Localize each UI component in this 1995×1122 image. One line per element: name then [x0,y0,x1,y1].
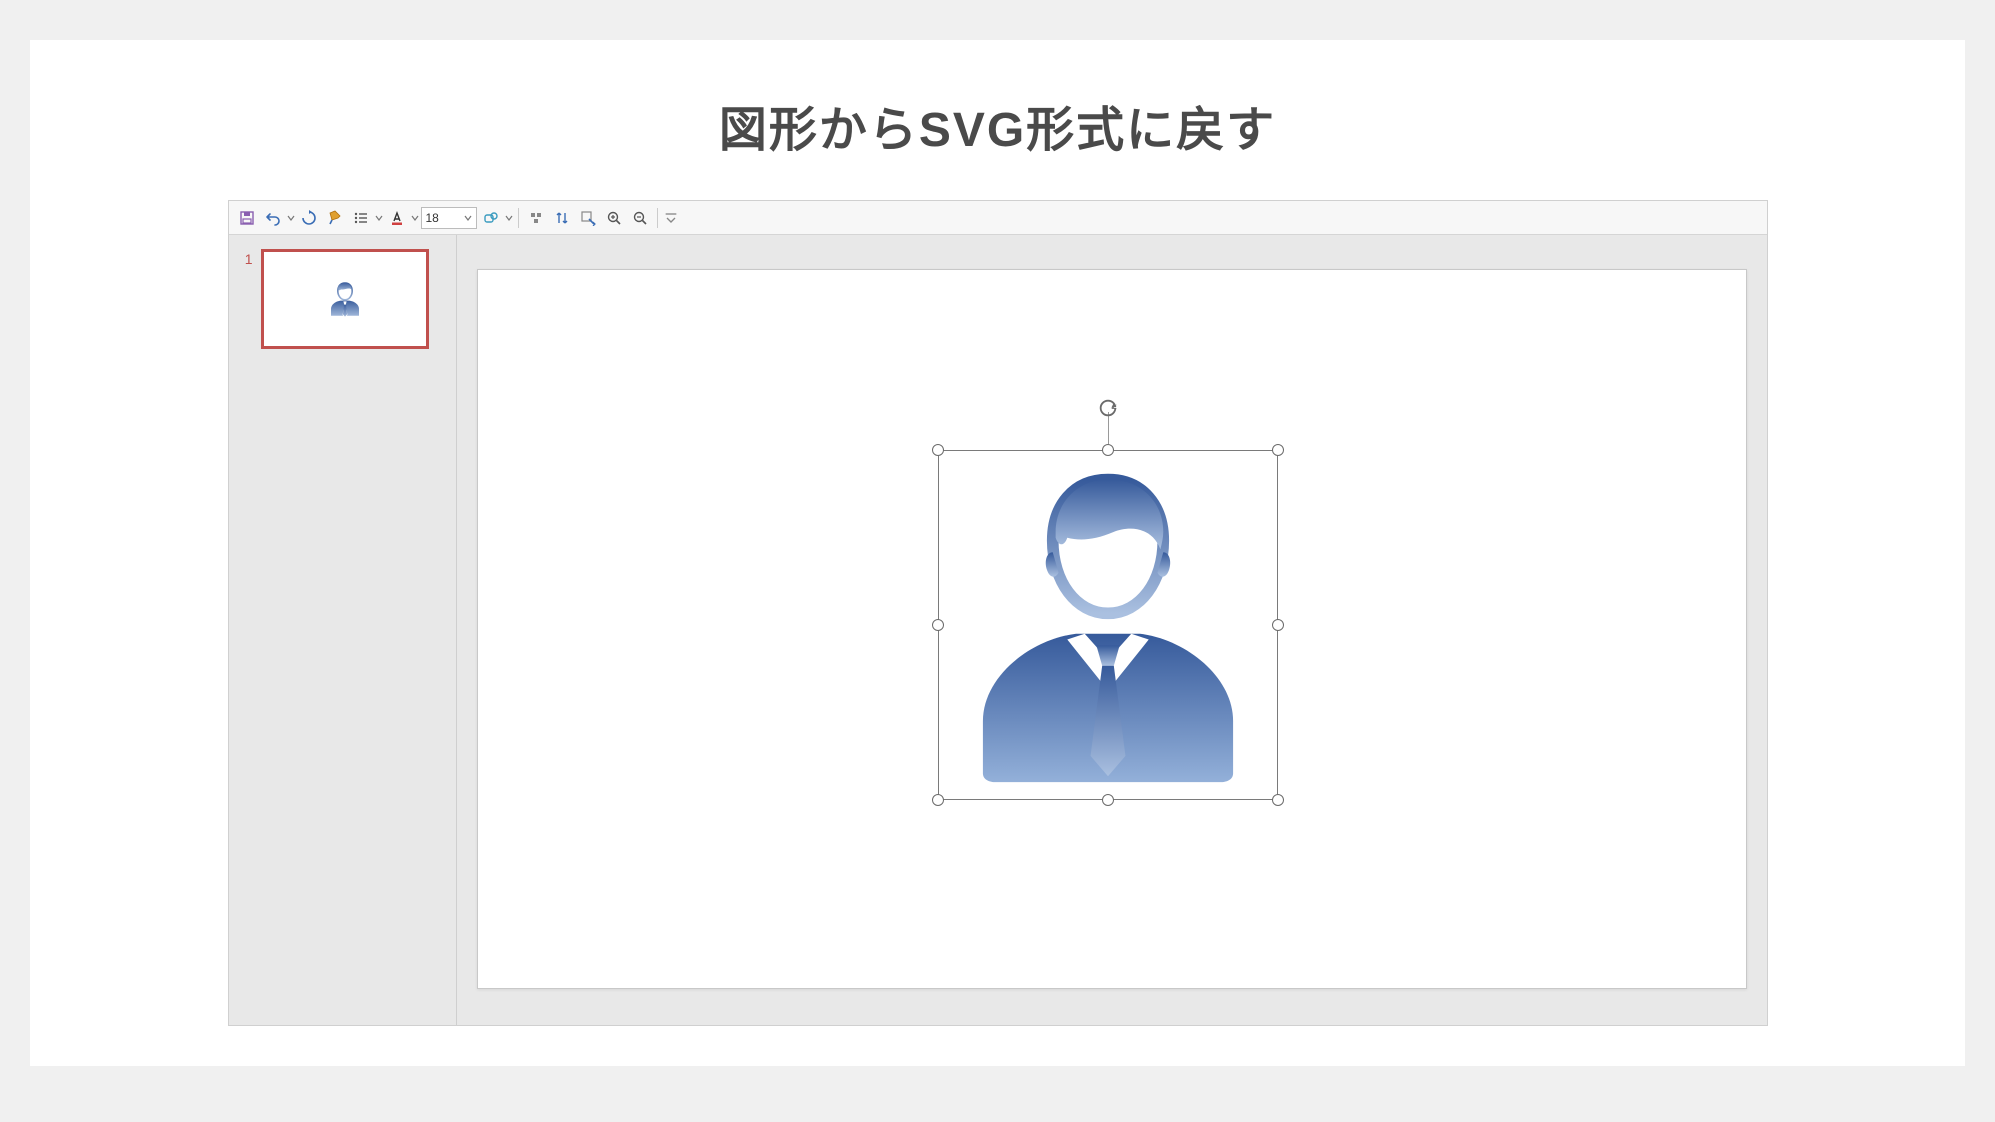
edit-shape-button[interactable] [576,206,600,230]
slide-thumbnail[interactable] [261,249,429,349]
undo-icon [265,210,281,226]
tutorial-card: 図形からSVG形式に戻す [30,40,1965,1066]
toolbar-overflow-button[interactable] [663,206,679,230]
bullets-button[interactable] [349,206,373,230]
slide-thumbnail-row: 1 [239,249,446,349]
bullets-dropdown[interactable] [375,214,383,222]
slide-number: 1 [239,249,253,349]
resize-handle-tl[interactable] [932,444,944,456]
font-size-input[interactable]: 18 [421,207,477,229]
undo-button[interactable] [261,206,285,230]
resize-handle-tm[interactable] [1102,444,1114,456]
redo-icon [301,210,317,226]
arrange-icon [554,210,570,226]
businessman-icon [325,279,365,319]
font-size-dropdown-icon [464,211,472,225]
zoom-out-button[interactable] [628,206,652,230]
save-button[interactable] [235,206,259,230]
slide-thumbnails-panel: 1 [229,235,457,1025]
edit-shape-icon [580,210,596,226]
font-size-value: 18 [426,211,439,225]
resize-handle-tr[interactable] [1272,444,1284,456]
resize-handle-ml[interactable] [932,619,944,631]
redo-button[interactable] [297,206,321,230]
shapes-button[interactable] [479,206,503,230]
overflow-icon [663,210,679,226]
toolbar-separator [657,208,658,228]
slide-canvas[interactable] [477,269,1747,989]
font-color-icon [389,210,405,226]
resize-handle-mr[interactable] [1272,619,1284,631]
font-color-dropdown[interactable] [411,214,419,222]
zoom-in-icon [606,210,622,226]
rotation-handle[interactable] [1096,396,1120,420]
undo-dropdown[interactable] [287,214,295,222]
arrange-button[interactable] [550,206,574,230]
zoom-out-icon [632,210,648,226]
bullets-icon [353,210,369,226]
resize-handle-bm[interactable] [1102,794,1114,806]
shapes-icon [483,210,499,226]
shape-graphic [946,458,1270,792]
powerpoint-window: 18 [228,200,1768,1026]
toolbar-separator [518,208,519,228]
resize-handle-br[interactable] [1272,794,1284,806]
font-color-button[interactable] [385,206,409,230]
save-icon [239,210,255,226]
shapes-dropdown[interactable] [505,214,513,222]
zoom-in-button[interactable] [602,206,626,230]
format-painter-button[interactable] [323,206,347,230]
align-icon [528,210,544,226]
businessman-icon [958,465,1258,785]
align-button[interactable] [524,206,548,230]
selected-shape[interactable] [938,450,1278,800]
page-title: 図形からSVG形式に戻す [30,90,1965,160]
app-body: 1 [229,235,1767,1025]
format-painter-icon [327,210,343,226]
quick-access-toolbar: 18 [229,201,1767,235]
rotate-icon [1097,397,1119,419]
canvas-area [457,235,1767,1025]
resize-handle-bl[interactable] [932,794,944,806]
